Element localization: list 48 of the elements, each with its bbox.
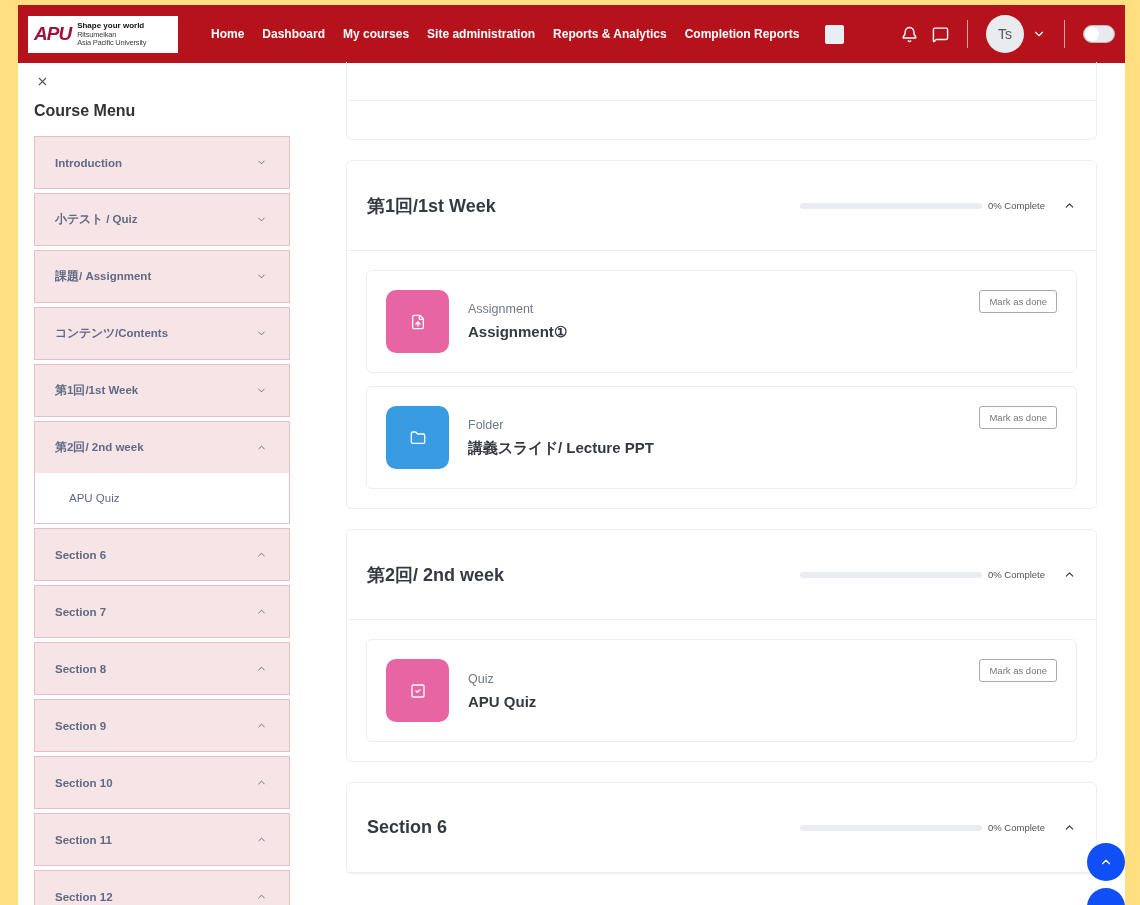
checkbox-icon: [409, 682, 426, 699]
activity-type: Folder: [468, 417, 504, 432]
activity-type: Assignment: [468, 302, 534, 316]
section-title: Section 6: [367, 817, 449, 838]
course-menu-section[interactable]: 第1回/1st Week: [35, 365, 289, 416]
course-menu-section[interactable]: Section 11: [35, 814, 289, 865]
course-menu-title: Course Menu: [34, 102, 137, 120]
nav-link[interactable]: My courses: [334, 27, 419, 41]
course-menu-section[interactable]: Section 12: [35, 871, 289, 905]
activity-link[interactable]: APU Quiz: [468, 692, 537, 710]
mark-done-button[interactable]: Mark as done: [979, 406, 1057, 429]
progress-text: 0% Complete: [987, 569, 1045, 580]
course-menu-section[interactable]: コンテンツ/Contents: [35, 308, 289, 359]
bell-icon[interactable]: [901, 25, 918, 43]
mode-switch[interactable]: [1083, 25, 1115, 43]
activity-type: Quiz: [468, 671, 494, 686]
course-menu-section[interactable]: Section 7: [35, 586, 289, 637]
course-menu-link[interactable]: APU Quiz: [69, 492, 120, 504]
course-menu-section[interactable]: Section 10: [35, 757, 289, 808]
nav-link[interactable]: Reports & Analytics: [544, 27, 676, 41]
course-menu-section[interactable]: Section 9: [35, 700, 289, 751]
activity-link[interactable]: 講義スライド/ Lecture PPT: [468, 438, 654, 458]
mark-done-button[interactable]: Mark as done: [979, 290, 1057, 313]
course-menu-section[interactable]: Introduction: [35, 137, 289, 188]
user-avatar[interactable]: Ts: [986, 15, 1024, 53]
nav-link[interactable]: Home: [202, 27, 254, 41]
section-title: 第1回/1st Week: [367, 194, 497, 218]
progress-text: 0% Complete: [987, 822, 1045, 833]
scroll-top-button[interactable]: [1087, 843, 1125, 881]
file-upload-icon: [409, 313, 426, 330]
section-title: 第2回/ 2nd week: [367, 563, 506, 587]
folder-icon: [409, 429, 426, 446]
chat-icon[interactable]: [932, 25, 949, 43]
logo-tagline: Shape your world: [77, 22, 146, 30]
course-menu-section[interactable]: 第2回/ 2nd week: [35, 422, 289, 473]
activity-link[interactable]: Assignment①: [468, 323, 567, 341]
course-menu-section[interactable]: Section 6: [35, 529, 289, 580]
course-menu-section[interactable]: 小テスト / Quiz: [35, 194, 289, 245]
course-menu-section[interactable]: Section 8: [35, 643, 289, 694]
close-icon[interactable]: [36, 75, 49, 88]
mark-done-button[interactable]: Mark as done: [979, 659, 1057, 682]
app-button[interactable]: [825, 24, 845, 44]
nav-link[interactable]: Completion Reports: [675, 27, 809, 41]
nav-link[interactable]: Dashboard: [253, 27, 335, 41]
progress-text: 0% Complete: [987, 200, 1045, 211]
nav-link[interactable]: Site administration: [418, 27, 545, 41]
logo-mark: APU: [34, 23, 72, 45]
course-menu-section[interactable]: 課題/ Assignment: [35, 251, 289, 302]
